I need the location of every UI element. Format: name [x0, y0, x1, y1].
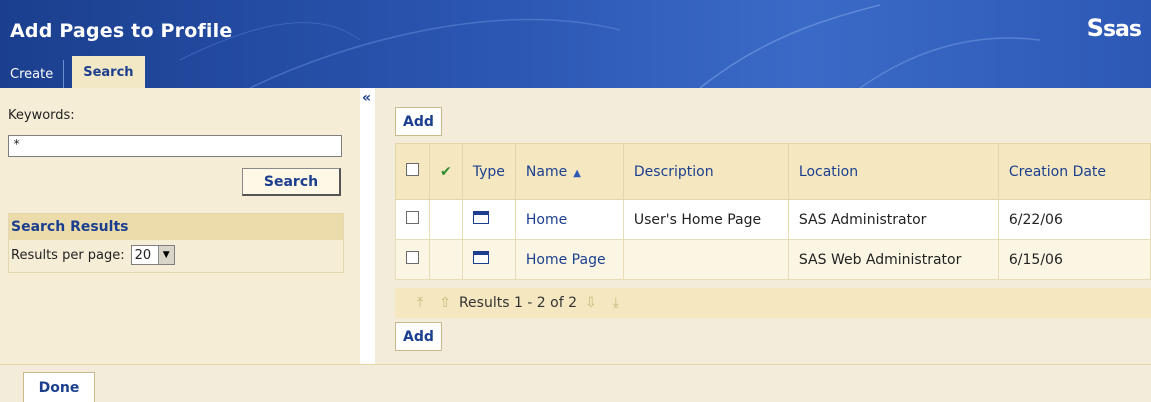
- done-button[interactable]: Done: [23, 372, 95, 402]
- dropdown-arrow-icon[interactable]: ▼: [157, 246, 174, 264]
- checkmark-icon: ✔: [440, 163, 452, 180]
- pager-results-text: Results 1 - 2 of 2: [458, 295, 578, 311]
- row-date-cell: 6/22/06: [997, 199, 1151, 240]
- tab-create[interactable]: Create: [0, 60, 65, 88]
- results-per-page-label: Results per page:: [11, 247, 125, 263]
- table-row: Home Page SAS Web Administrator 6/15/06: [395, 239, 1151, 280]
- checkmark-header: ✔: [429, 143, 463, 200]
- row-description-cell: User's Home Page: [622, 199, 789, 240]
- collapse-panel-icon[interactable]: «: [362, 90, 371, 106]
- row-location-cell: SAS Web Administrator: [787, 239, 999, 280]
- row-date-cell: 6/15/06: [997, 239, 1151, 280]
- last-page-icon[interactable]: ⤓: [613, 295, 619, 311]
- table-row: Home User's Home Page SAS Administrator …: [395, 199, 1151, 240]
- next-page-icon[interactable]: ⇩: [585, 295, 597, 311]
- pager-bar: ⤒ ⇧ Results 1 - 2 of 2 ⇩ ⤓: [395, 288, 1151, 318]
- results-per-page-select[interactable]: 20 ▼: [130, 245, 175, 265]
- row-status-cell: [429, 199, 463, 240]
- sas-logo-text: sas: [1102, 17, 1142, 42]
- table-header-row: ✔ Type Name ▲ Description Location Creati…: [395, 143, 1151, 200]
- row-name-cell: Home: [514, 199, 624, 240]
- row-checkbox[interactable]: [406, 251, 419, 264]
- first-page-icon[interactable]: ⤒: [417, 295, 423, 311]
- results-table: ✔ Type Name ▲ Description Location Creati…: [395, 143, 1151, 280]
- previous-page-icon[interactable]: ⇧: [439, 295, 451, 311]
- row-location-cell: SAS Administrator: [787, 199, 999, 240]
- creation-date-column-header[interactable]: Creation Date: [997, 143, 1151, 200]
- search-results-box: Search Results Results per page: 20 ▼: [8, 213, 344, 273]
- keywords-label: Keywords:: [8, 108, 75, 123]
- search-button[interactable]: Search: [242, 168, 341, 196]
- header-swirl-decoration: [179, 4, 1041, 88]
- row-description-cell: [622, 239, 789, 280]
- search-panel: Keywords: * Search Search Results Result…: [0, 88, 360, 364]
- row-type-cell: [461, 239, 516, 280]
- results-per-page-row: Results per page: 20 ▼: [9, 240, 343, 270]
- footer-bar: Done: [0, 364, 1151, 402]
- location-column-header[interactable]: Location: [787, 143, 999, 200]
- name-column-header[interactable]: Name ▲: [514, 143, 624, 200]
- select-all-checkbox[interactable]: [406, 163, 419, 176]
- row-checkbox[interactable]: [406, 211, 419, 224]
- results-per-page-value: 20: [134, 247, 152, 263]
- row-select-cell: [395, 239, 430, 280]
- row-status-cell: [429, 239, 463, 280]
- description-column-header[interactable]: Description: [622, 143, 789, 200]
- row-type-cell: [461, 199, 516, 240]
- results-panel: Add ✔ Type Name ▲ Description Location Cr…: [375, 88, 1151, 364]
- sas-logo: Ssas: [1086, 14, 1142, 42]
- page-icon: [472, 251, 489, 264]
- sas-logo-mark-icon: S: [1086, 14, 1104, 42]
- row-name-link[interactable]: Home: [526, 212, 567, 228]
- type-column-header[interactable]: Type: [461, 143, 516, 200]
- add-button-bottom[interactable]: Add: [395, 322, 442, 351]
- sort-ascending-icon: ▲: [573, 167, 581, 179]
- tab-bar: Create Search: [0, 56, 145, 88]
- name-column-label: Name: [525, 163, 568, 180]
- row-select-cell: [395, 199, 430, 240]
- select-all-header: [395, 143, 430, 200]
- row-name-link[interactable]: Home Page: [526, 252, 606, 268]
- header-bar: Add Pages to Profile Ssas Create Search: [0, 0, 1151, 88]
- row-name-cell: Home Page: [514, 239, 624, 280]
- page-title: Add Pages to Profile: [10, 20, 233, 42]
- tab-search[interactable]: Search: [72, 56, 145, 88]
- keywords-input[interactable]: *: [8, 135, 342, 157]
- add-button-top[interactable]: Add: [395, 107, 442, 136]
- search-results-title: Search Results: [9, 214, 343, 240]
- page-icon: [472, 211, 489, 224]
